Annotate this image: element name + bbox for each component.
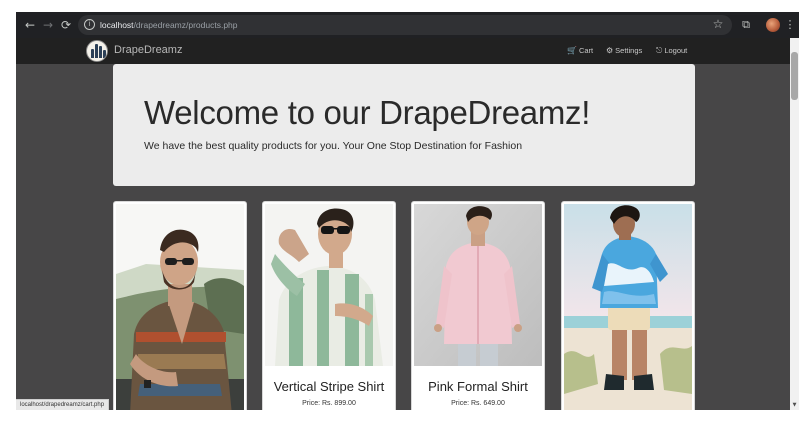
welcome-jumbotron: Welcome to our DrapeDreamz! We have the … — [113, 64, 695, 186]
site-info-icon[interactable]: i — [84, 19, 95, 30]
settings-link[interactable]: ⚙ Settings — [606, 46, 642, 55]
gear-icon: ⚙ — [606, 46, 614, 55]
bookmark-star-icon[interactable]: ☆ — [710, 16, 726, 32]
product-image[interactable] — [564, 204, 692, 410]
product-image[interactable] — [265, 204, 393, 366]
extensions-icon[interactable]: ⧉ — [738, 17, 754, 33]
url-text[interactable]: localhost/drapedreamz/products.php — [100, 18, 238, 32]
logout-link[interactable]: ⎋ Logout — [656, 46, 687, 56]
browser-menu-icon[interactable]: ⋮ — [782, 17, 798, 33]
scroll-down-icon[interactable]: ▼ — [791, 402, 798, 408]
product-price: Price: Rs. 649.00 — [451, 400, 505, 407]
product-image[interactable] — [414, 204, 542, 366]
back-icon[interactable]: ← — [22, 17, 38, 33]
page-title: Welcome to our DrapeDreamz! — [144, 94, 591, 131]
product-card[interactable] — [113, 201, 247, 410]
url-host: localhost — [100, 20, 134, 30]
product-card[interactable]: Vertical Stripe Shirt Price: Rs. 899.00 — [262, 201, 396, 410]
profile-avatar[interactable] — [766, 18, 780, 32]
page-subtitle: We have the best quality products for yo… — [144, 140, 523, 152]
product-name[interactable]: Vertical Stripe Shirt — [263, 379, 395, 394]
logout-label: Logout — [664, 46, 688, 55]
link-status-bar: localhost/drapedreamz/cart.php — [16, 399, 110, 410]
url-path: /drapedreamz/products.php — [133, 20, 238, 30]
forward-icon[interactable]: → — [40, 17, 56, 33]
cart-link[interactable]: 🛒 Cart — [567, 46, 593, 55]
reload-icon[interactable]: ⟳ — [58, 17, 74, 33]
settings-label: Settings — [615, 46, 643, 55]
product-card[interactable] — [561, 201, 695, 410]
site-navbar: DrapeDreamz 🛒 Cart ⚙ Settings ⎋ Logout — [16, 38, 790, 64]
cart-icon: 🛒 — [567, 46, 577, 55]
product-name[interactable]: Pink Formal Shirt — [412, 379, 544, 394]
product-price: Price: Rs. 899.00 — [302, 400, 356, 407]
page-scrollbar[interactable]: ▼ — [790, 38, 799, 410]
address-bar[interactable]: i localhost/drapedreamz/products.php — [78, 15, 732, 35]
browser-toolbar: ← → ⟳ i localhost/drapedreamz/products.p… — [16, 12, 799, 38]
product-card[interactable]: Pink Formal Shirt Price: Rs. 649.00 — [411, 201, 545, 410]
product-image[interactable] — [116, 204, 244, 410]
scrollbar-thumb[interactable] — [791, 52, 798, 100]
cart-label: Cart — [578, 46, 594, 55]
brand-name[interactable]: DrapeDreamz — [114, 44, 182, 56]
brand-logo[interactable] — [86, 40, 108, 62]
browser-window: ← → ⟳ i localhost/drapedreamz/products.p… — [16, 12, 799, 410]
logout-icon: ⎋ — [656, 46, 663, 55]
